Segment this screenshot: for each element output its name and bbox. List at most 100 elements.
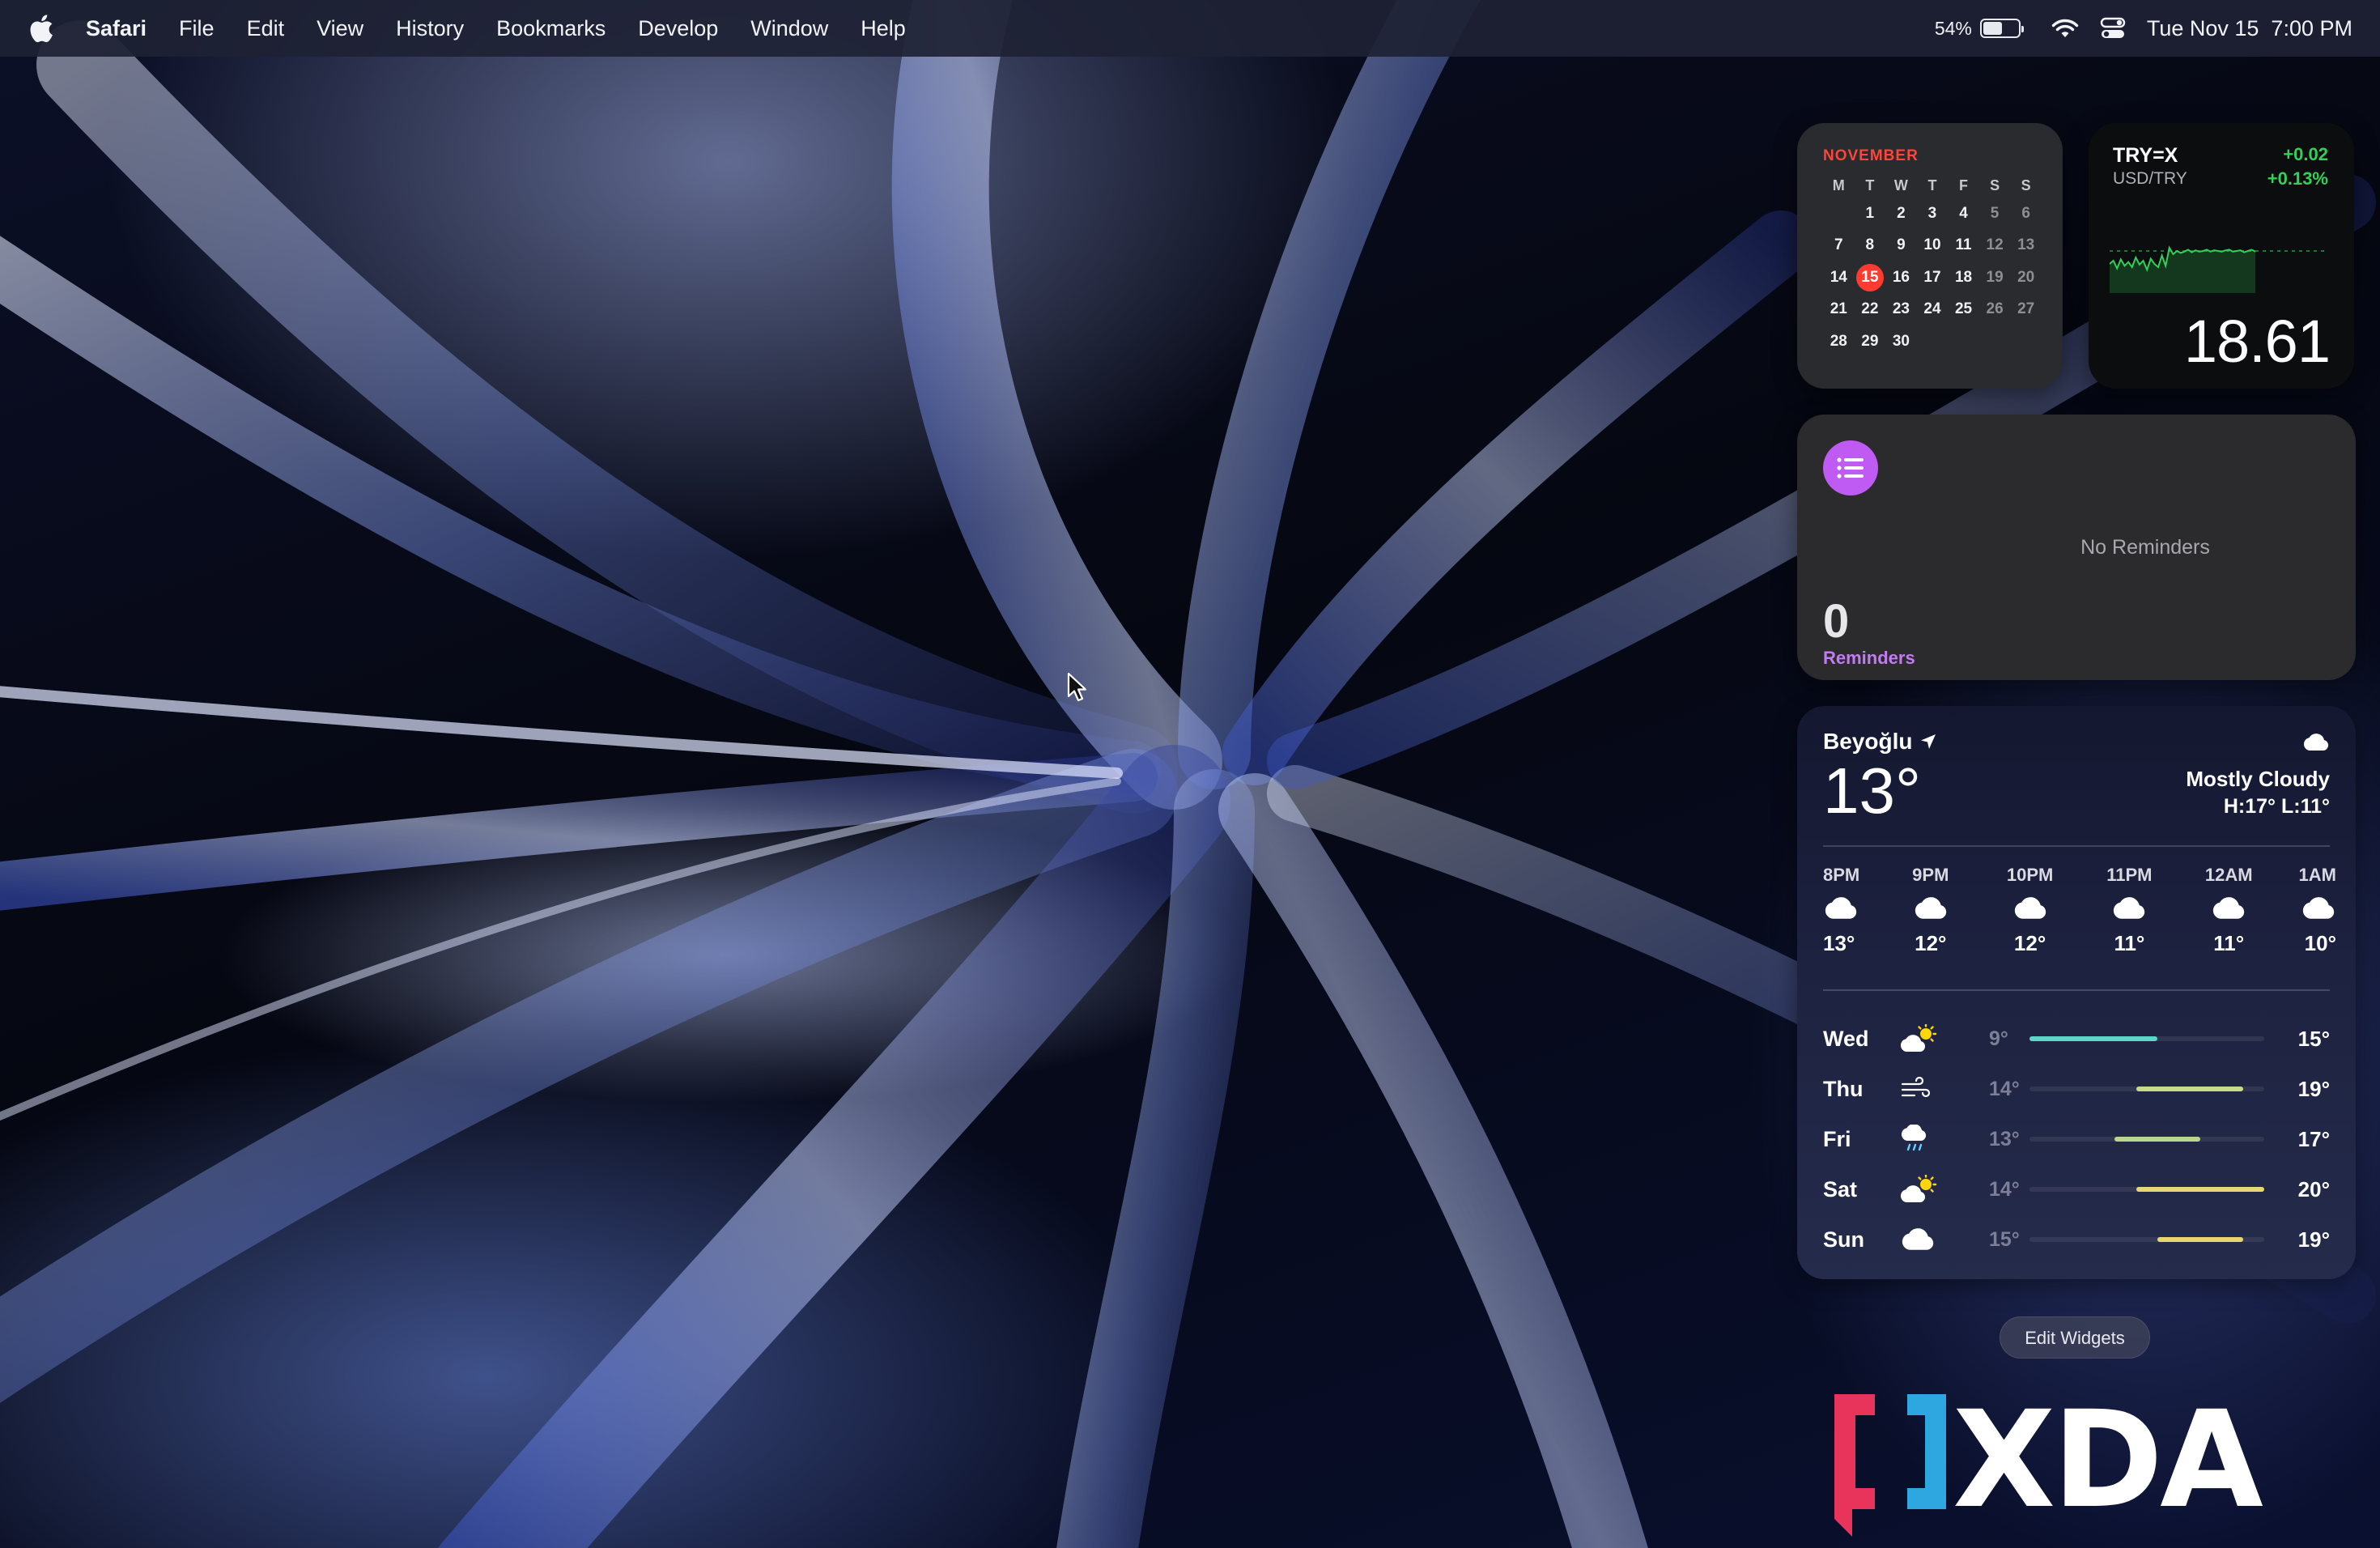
daily-temp-range-bar xyxy=(2114,1137,2200,1142)
daily-temp-range-bar xyxy=(2157,1237,2243,1242)
cloud-icon xyxy=(1900,1228,1989,1251)
wind-icon xyxy=(1900,1077,1989,1101)
daily-forecast-row: Wed 9° 15° xyxy=(1823,1014,2330,1064)
menu-edit[interactable]: Edit xyxy=(247,16,285,41)
hourly-temp: 12° xyxy=(2013,931,2046,955)
calendar-day: 27 xyxy=(2017,300,2035,318)
daily-temp-range-track xyxy=(2029,1036,2264,1041)
daily-day-name: Wed xyxy=(1823,1026,1869,1051)
daily-low-temp: 15° xyxy=(1989,1227,2020,1251)
hourly-forecast-item: 1AM 10° xyxy=(2296,865,2336,956)
calendar-weekday: F xyxy=(1959,176,1969,194)
weather-divider xyxy=(1823,845,2330,847)
daily-temp-range-bar xyxy=(2029,1036,2158,1041)
clock-datetime[interactable]: Tue Nov 15 7:00 PM xyxy=(2147,16,2352,41)
hourly-temp: 12° xyxy=(1915,931,1947,955)
stock-change-value: +0.02 xyxy=(2283,144,2328,164)
calendar-day: 15 xyxy=(1855,262,1886,294)
daily-forecast-row: Sun 15° 19° xyxy=(1823,1214,2330,1265)
edit-widgets-button[interactable]: Edit Widgets xyxy=(2000,1316,2150,1359)
calendar-day: 21 xyxy=(1830,300,1847,318)
hourly-time: 12AM xyxy=(2204,865,2253,885)
apple-logo-icon[interactable] xyxy=(29,12,57,45)
calendar-day: 22 xyxy=(1861,300,1879,318)
weather-divider xyxy=(1823,989,2330,991)
calendar-day: 26 xyxy=(1986,300,2004,318)
calendar-day: 29 xyxy=(1861,332,1879,350)
hourly-time: 10PM xyxy=(2006,865,2054,885)
hourly-forecast-item: 9PM 12° xyxy=(1898,865,1963,956)
xda-watermark-text: XDA xyxy=(1953,1391,2263,1537)
daily-forecast-row: Thu 14° 19° xyxy=(1823,1064,2330,1114)
calendar-day: 20 xyxy=(2017,268,2035,286)
calendar-day: 13 xyxy=(2017,236,2035,254)
calendar-day xyxy=(1823,198,1855,230)
menu-window[interactable]: Window xyxy=(750,16,828,41)
calendar-day: 11 xyxy=(1955,236,1972,254)
calendar-day: 30 xyxy=(1892,332,1910,350)
hourly-temp: 11° xyxy=(2114,931,2145,955)
daily-forecast-row: Sat 14° 20° xyxy=(1823,1164,2330,1214)
calendar-weekday: M xyxy=(1832,176,1845,194)
calendar-day: 10 xyxy=(1923,236,1941,254)
location-arrow-icon xyxy=(1920,734,1936,750)
calendar-day: 2 xyxy=(1897,204,1906,222)
cloud-icon xyxy=(2196,886,2261,931)
wifi-icon[interactable] xyxy=(2051,18,2079,39)
menu-develop[interactable]: Develop xyxy=(638,16,718,41)
calendar-day: 6 xyxy=(2021,204,2030,222)
daily-temp-range-track xyxy=(2029,1187,2264,1192)
daily-temp-range-bar xyxy=(2136,1187,2264,1192)
calendar-month: NOVEMBER xyxy=(1823,147,1919,164)
calendar-weekday: T xyxy=(1865,176,1875,194)
daily-low-temp: 14° xyxy=(1989,1177,2020,1201)
daily-day-name: Fri xyxy=(1823,1126,1851,1151)
calendar-day xyxy=(2010,325,2042,358)
reminders-label: Reminders xyxy=(1823,648,1915,668)
calendar-day: 14 xyxy=(1830,268,1847,286)
calendar-widget[interactable]: NOVEMBER MTWTFSS 1 2 3 4 5 6 7 8 9 10 11 12 13 14 15 16… xyxy=(1797,123,2063,389)
partly-sunny-icon xyxy=(1900,1024,1989,1053)
battery-icon xyxy=(1979,19,2024,38)
menu-view[interactable]: View xyxy=(317,16,363,41)
weather-widget[interactable]: Beyoğlu 13° Mostly Cloudy H:17° L:11° 8P… xyxy=(1797,706,2356,1279)
battery-level-fill xyxy=(1983,22,2002,35)
daily-forecast-row: Fri 13° 17° xyxy=(1823,1114,2330,1164)
calendar-day xyxy=(1917,325,1949,358)
weather-condition-block: Mostly Cloudy H:17° L:11° xyxy=(2186,734,2330,819)
menu-app-safari[interactable]: Safari xyxy=(86,16,147,41)
menu-help[interactable]: Help xyxy=(861,16,906,41)
cloud-icon xyxy=(1998,886,2063,931)
calendar-day xyxy=(1948,325,1979,358)
menu-file[interactable]: File xyxy=(179,16,215,41)
daily-high-temp: 20° xyxy=(2297,1176,2330,1201)
menu-history[interactable]: History xyxy=(396,16,464,41)
cloud-icon xyxy=(2302,734,2330,751)
daily-low-temp: 14° xyxy=(1989,1077,2020,1100)
calendar-day: 7 xyxy=(1834,236,1843,254)
list-icon xyxy=(1823,440,1878,495)
daily-high-temp: 19° xyxy=(2297,1076,2330,1101)
daily-day-name: Thu xyxy=(1823,1076,1864,1101)
daily-temp-range-bar xyxy=(2136,1087,2243,1091)
reminders-widget[interactable]: No Reminders 0 Reminders xyxy=(1797,415,2356,680)
calendar-day: 3 xyxy=(1927,204,1937,222)
hourly-time: 1AM xyxy=(2298,865,2336,885)
daily-high-temp: 17° xyxy=(2297,1126,2330,1151)
daily-low-temp: 9° xyxy=(1989,1027,2008,1050)
hourly-temp: 13° xyxy=(1823,931,1855,955)
control-center-icon[interactable] xyxy=(2100,17,2126,40)
sparkline-area xyxy=(2110,248,2255,293)
calendar-day: 9 xyxy=(1897,236,1906,254)
menu-bookmarks[interactable]: Bookmarks xyxy=(496,16,606,41)
stock-change: +0.02 +0.13% xyxy=(2267,142,2328,191)
stocks-widget[interactable]: TRY=X USD/TRY +0.02 +0.13% 18.61 xyxy=(2089,123,2354,389)
calendar-day: 17 xyxy=(1923,268,1941,286)
menu-bar: Safari File Edit View History Bookmarks … xyxy=(0,0,2380,57)
calendar-day: 28 xyxy=(1830,332,1847,350)
hourly-forecast-item: 10PM 12° xyxy=(1998,865,2063,956)
calendar-grid: MTWTFSS 1 2 3 4 5 6 7 8 9 10 11 12 13 14 15 16 17 18 19 20 2… xyxy=(1823,173,2042,358)
daily-day-name: Sat xyxy=(1823,1176,1858,1201)
pointer-cursor-icon xyxy=(1067,672,1088,707)
battery-status[interactable]: 54% xyxy=(1935,18,2024,40)
